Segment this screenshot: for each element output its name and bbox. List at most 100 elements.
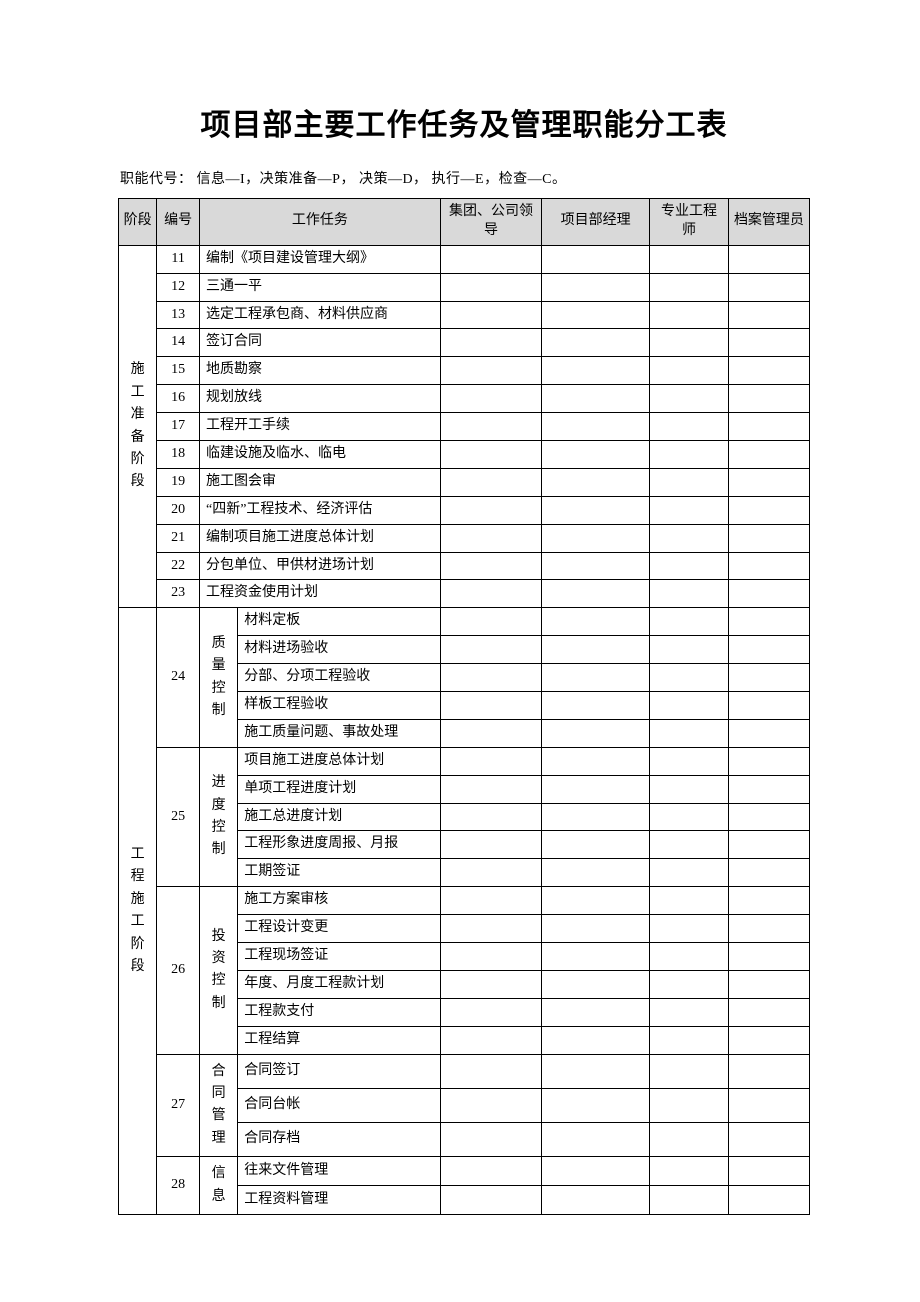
cell-c (650, 524, 729, 552)
cell-b (542, 1026, 650, 1054)
row-no: 26 (157, 887, 200, 1054)
cell-a (440, 1088, 541, 1122)
task-cell: 临建设施及临水、临电 (200, 441, 441, 469)
task-cell: 地质勘察 (200, 357, 441, 385)
cell-a (440, 1054, 541, 1088)
cell-c (650, 245, 729, 273)
task-cell: 签订合同 (200, 329, 441, 357)
cell-c (650, 301, 729, 329)
cell-c (650, 608, 729, 636)
cell-d (728, 580, 809, 608)
task-cell: 工期签证 (238, 859, 441, 887)
cell-d (728, 998, 809, 1026)
row-no: 25 (157, 747, 200, 886)
task-cell: 分部、分项工程验收 (238, 664, 441, 692)
cell-d (728, 552, 809, 580)
cell-c (650, 273, 729, 301)
cell-a (440, 859, 541, 887)
subgroup-label: 投资控制 (200, 887, 238, 1054)
table-row: 19施工图会审 (119, 468, 810, 496)
row-no: 21 (157, 524, 200, 552)
cell-d (728, 747, 809, 775)
table-row: 28信息往来文件管理 (119, 1157, 810, 1186)
row-no: 14 (157, 329, 200, 357)
cell-d (728, 524, 809, 552)
row-no: 13 (157, 301, 200, 329)
cell-a (440, 580, 541, 608)
row-no: 16 (157, 385, 200, 413)
cell-b (542, 496, 650, 524)
cell-b (542, 301, 650, 329)
cell-d (728, 692, 809, 720)
header-no: 编号 (157, 199, 200, 246)
cell-b (542, 831, 650, 859)
cell-c (650, 468, 729, 496)
cell-a (440, 803, 541, 831)
cell-d (728, 1157, 809, 1186)
cell-d (728, 803, 809, 831)
cell-a (440, 664, 541, 692)
cell-c (650, 636, 729, 664)
cell-b (542, 329, 650, 357)
table-row: 23工程资金使用计划 (119, 580, 810, 608)
cell-a (440, 887, 541, 915)
cell-c (650, 496, 729, 524)
cell-a (440, 831, 541, 859)
cell-d (728, 1186, 809, 1215)
task-cell: 规划放线 (200, 385, 441, 413)
cell-d (728, 496, 809, 524)
task-cell: 编制项目施工进度总体计划 (200, 524, 441, 552)
table-body: 施工准备阶段11编制《项目建设管理大纲》12三通一平13选定工程承包商、材料供应… (119, 245, 810, 1214)
table-row: 12三通一平 (119, 273, 810, 301)
task-cell: 样板工程验收 (238, 692, 441, 720)
task-cell: 项目施工进度总体计划 (238, 747, 441, 775)
cell-d (728, 301, 809, 329)
row-no: 20 (157, 496, 200, 524)
cell-b (542, 1054, 650, 1088)
cell-b (542, 887, 650, 915)
header-phase: 阶段 (119, 199, 157, 246)
cell-d (728, 385, 809, 413)
cell-a (440, 245, 541, 273)
task-cell: 合同签订 (238, 1054, 441, 1088)
row-no: 27 (157, 1054, 200, 1157)
table-row: 工程施工阶段24质量控制材料定板 (119, 608, 810, 636)
task-cell: 工程结算 (238, 1026, 441, 1054)
task-cell: 编制《项目建设管理大纲》 (200, 245, 441, 273)
cell-d (728, 970, 809, 998)
cell-d (728, 413, 809, 441)
task-cell: 往来文件管理 (238, 1157, 441, 1186)
cell-a (440, 496, 541, 524)
cell-a (440, 1026, 541, 1054)
cell-c (650, 915, 729, 943)
cell-c (650, 747, 729, 775)
cell-a (440, 441, 541, 469)
task-cell: 施工总进度计划 (238, 803, 441, 831)
task-cell: 分包单位、甲供材进场计划 (200, 552, 441, 580)
cell-c (650, 1186, 729, 1215)
table-row: 17工程开工手续 (119, 413, 810, 441)
cell-c (650, 859, 729, 887)
task-cell: “四新”工程技术、经济评估 (200, 496, 441, 524)
phase-label: 施工准备阶段 (119, 245, 157, 608)
cell-b (542, 413, 650, 441)
cell-c (650, 692, 729, 720)
table-row: 施工准备阶段11编制《项目建设管理大纲》 (119, 245, 810, 273)
cell-a (440, 413, 541, 441)
task-cell: 合同存档 (238, 1122, 441, 1156)
cell-c (650, 357, 729, 385)
cell-d (728, 943, 809, 971)
cell-c (650, 1088, 729, 1122)
table-row: 21编制项目施工进度总体计划 (119, 524, 810, 552)
cell-c (650, 1026, 729, 1054)
cell-a (440, 329, 541, 357)
task-cell: 施工质量问题、事故处理 (238, 719, 441, 747)
cell-b (542, 1122, 650, 1156)
task-cell: 合同台帐 (238, 1088, 441, 1122)
cell-a (440, 1157, 541, 1186)
header-col-a: 集团、公司领导 (440, 199, 541, 246)
cell-d (728, 245, 809, 273)
cell-d (728, 859, 809, 887)
task-cell: 年度、月度工程款计划 (238, 970, 441, 998)
table-row: 22分包单位、甲供材进场计划 (119, 552, 810, 580)
